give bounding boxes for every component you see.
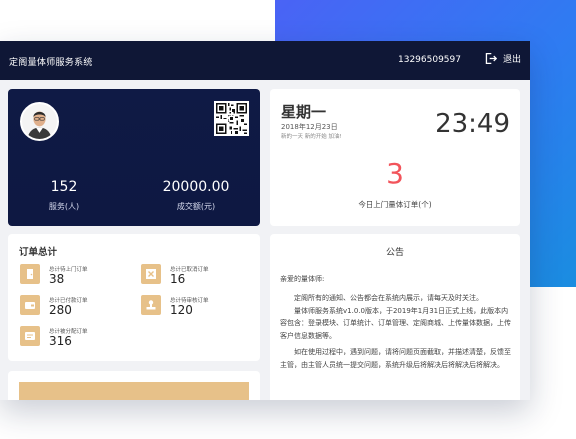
weekday: 星期一 <box>281 103 327 121</box>
notice-paragraph: 如在使用过程中，遇到问题，请将问题页面截取，并描述清楚，反馈至主管，由主管人员统… <box>280 348 511 369</box>
cancel-icon <box>146 269 156 279</box>
logout-label: 退出 <box>503 55 522 65</box>
motto-text: 新的一天 新的开始 加油! <box>281 134 342 140</box>
order-summary-title: 订单总计 <box>19 247 58 258</box>
qr-code-icon[interactable] <box>214 101 249 136</box>
logout-icon <box>485 52 497 65</box>
summary-value: 16 <box>170 272 186 286</box>
user-photo-icon <box>22 104 57 139</box>
service-count-value: 152 <box>50 179 78 195</box>
promo-card <box>8 371 260 400</box>
top-bar: 定阁量体师服务系统 13296509597 退出 <box>0 41 530 80</box>
clock-time: 23:49 <box>435 109 510 139</box>
wallet-icon <box>25 302 35 309</box>
summary-value: 120 <box>170 303 193 317</box>
app-window: 定阁量体师服务系统 13296509597 退出 152 服务(人) 20000… <box>0 41 530 400</box>
order-summary-card: 订单总计 总计待上门订单 38 总计已取消订单 16 总计已付款订单 280 总… <box>8 234 260 361</box>
notice-body: 定阁所有的通知、公告都会在系统内展示，请每天及时关注。 量体师服务系统v1.0.… <box>280 292 514 372</box>
amount-stat: 20000.00 成交额(元) <box>156 179 236 212</box>
summary-value: 280 <box>49 303 72 317</box>
summary-value: 316 <box>49 334 72 348</box>
notice-card: 公告 亲爱的量体师: 定阁所有的通知、公告都会在系统内展示，请每天及时关注。 量… <box>270 234 520 400</box>
assign-icon <box>25 332 35 340</box>
profile-card: 152 服务(人) 20000.00 成交额(元) <box>8 89 260 226</box>
app-title: 定阁量体师服务系统 <box>9 58 93 68</box>
logout-button[interactable]: 退出 <box>484 52 521 65</box>
service-count-label: 服务(人) <box>48 202 80 211</box>
promo-banner[interactable] <box>19 382 249 400</box>
stamp-icon <box>146 300 156 310</box>
notice-paragraph: 量体师服务系统v1.0.0版本，于2019年1月31日正式上线，此版本内容包含：… <box>280 306 511 340</box>
summary-value: 38 <box>49 272 65 286</box>
notice-paragraph: 定阁所有的通知、公告都会在系统内展示，请每天及时关注。 <box>294 294 483 302</box>
avatar[interactable] <box>20 102 59 141</box>
today-orders-count: 3 <box>386 157 404 190</box>
notice-title: 公告 <box>385 248 404 258</box>
date-text: 2018年12月23日 <box>281 123 338 131</box>
service-count-stat: 152 服务(人) <box>34 179 94 212</box>
amount-value: 20000.00 <box>162 179 230 195</box>
amount-label: 成交额(元) <box>176 202 216 211</box>
user-phone: 13296509597 <box>398 55 461 65</box>
notice-greeting: 亲爱的量体师: <box>280 275 325 283</box>
door-icon <box>27 269 33 279</box>
date-card: 星期一 2018年12月23日 新的一天 新的开始 加油! 23:49 3 今日… <box>270 89 520 226</box>
today-orders-label: 今日上门量体订单(个) <box>358 200 432 209</box>
